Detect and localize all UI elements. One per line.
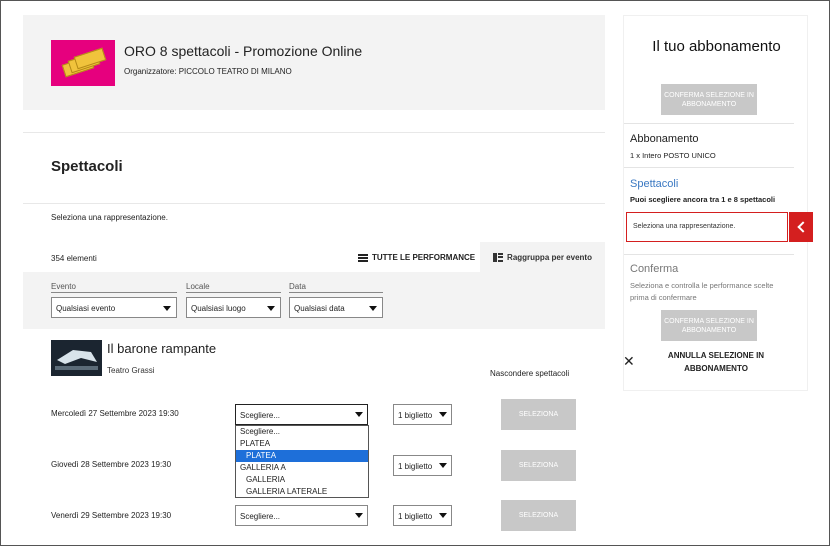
filter-bar: Evento Qualsiasi evento Locale Qualsiasi… [23, 272, 605, 329]
quantity-select[interactable]: 1 biglietto [393, 505, 452, 526]
subscription-panel: Il tuo abbonamento CONFERMA SELEZIONE IN… [623, 15, 808, 391]
filter-event-label: Evento [51, 282, 177, 293]
filter-date-label: Data [289, 282, 383, 293]
select-button[interactable]: SELEZIONA [501, 399, 576, 430]
chevron-down-icon [355, 513, 363, 518]
divider [23, 132, 605, 133]
performance-date: Mercoledì 27 Settembre 2023 19:30 [51, 409, 179, 418]
seat-select-value: Scegliere... [240, 411, 281, 420]
panel-title: Il tuo abbonamento [652, 38, 781, 55]
chevron-down-icon [267, 306, 275, 311]
subscription-heading: Abbonamento [630, 133, 699, 145]
cancel-selection-button[interactable]: ANNULLA SELEZIONE IN ABBONAMENTO [660, 349, 772, 375]
list-icon [358, 253, 368, 262]
seat-select-value: Scegliere... [240, 512, 281, 521]
quantity-value: 1 biglietto [398, 512, 433, 521]
divider [23, 203, 605, 204]
chevron-down-icon [439, 412, 447, 417]
close-icon[interactable]: ✕ [623, 353, 635, 370]
seat-select[interactable]: Scegliere... [235, 505, 368, 526]
chevron-down-icon [163, 306, 171, 311]
event-header: ORO 8 spettacoli - Promozione Online Org… [23, 15, 605, 110]
shows-step-detail: Puoi scegliere ancora tra 1 e 8 spettaco… [630, 195, 776, 204]
confirm-selection-button-2[interactable]: CONFERMA SELEZIONE IN ABBONAMENTO [661, 310, 757, 341]
filter-venue-label: Locale [186, 282, 281, 293]
promo-title: ORO 8 spettacoli - Promozione Online [124, 43, 363, 59]
dropdown-option[interactable]: GALLERIA [236, 474, 368, 486]
quantity-value: 1 biglietto [398, 462, 433, 471]
dropdown-option[interactable]: Scegliere... [236, 426, 368, 438]
divider [624, 254, 794, 255]
selection-hint: Seleziona una rappresentazione. [51, 213, 168, 222]
list-toolbar: 354 elementi TUTTE LE PERFORMANCE Raggru… [23, 242, 605, 272]
select-button[interactable]: SELEZIONA [501, 500, 576, 531]
event-title: Il barone rampante [107, 341, 217, 356]
select-button[interactable]: SELEZIONA [501, 450, 576, 481]
chevron-down-icon [439, 463, 447, 468]
filter-event-select[interactable]: Qualsiasi evento [51, 297, 177, 318]
dropdown-option[interactable]: GALLERIA A [236, 462, 368, 474]
chevron-down-icon [355, 412, 363, 417]
tab-group-label: Raggruppa per evento [507, 252, 592, 262]
performance-date: Giovedì 28 Settembre 2023 19:30 [51, 460, 172, 469]
chevron-down-icon [439, 513, 447, 518]
confirm-step-detail: Seleziona e controlla le performance sce… [630, 281, 774, 302]
quantity-select[interactable]: 1 biglietto [393, 455, 452, 476]
selected-performance-box: Seleziona una rappresentazione. [626, 212, 788, 242]
quantity-value: 1 biglietto [398, 411, 433, 420]
tab-group-by-event[interactable]: Raggruppa per evento [480, 242, 605, 272]
chevron-left-icon [797, 221, 809, 233]
filter-venue-select[interactable]: Qualsiasi luogo [186, 297, 281, 318]
performance-date: Venerdì 29 Settembre 2023 19:30 [51, 511, 172, 520]
confirm-step-heading: Conferma [630, 263, 679, 275]
filter-event: Evento Qualsiasi evento [51, 282, 177, 318]
section-title: Spettacoli [51, 158, 123, 175]
group-icon [493, 252, 504, 262]
event-venue: Teatro Grassi [107, 366, 155, 375]
dropdown-option-highlighted[interactable]: PLATEA [236, 450, 368, 462]
hide-shows-link[interactable]: Nascondere spettacoli [490, 369, 569, 378]
quantity-select[interactable]: 1 biglietto [393, 404, 452, 425]
seat-select[interactable]: Scegliere... [235, 404, 368, 425]
divider [624, 123, 794, 124]
seat-dropdown-list: Scegliere... PLATEA PLATEA GALLERIA A GA… [235, 425, 369, 498]
filter-venue: Locale Qualsiasi luogo [186, 282, 281, 318]
filter-event-value: Qualsiasi evento [56, 304, 116, 313]
divider [624, 167, 794, 168]
filter-venue-value: Qualsiasi luogo [191, 304, 246, 313]
organizer-label: Organizzatore: PICCOLO TEATRO DI MILANO [124, 67, 292, 76]
confirm-selection-button[interactable]: CONFERMA SELEZIONE IN ABBONAMENTO [661, 84, 757, 115]
filter-date: Data Qualsiasi data [289, 282, 383, 318]
collapse-panel-button[interactable] [789, 212, 813, 242]
filter-date-select[interactable]: Qualsiasi data [289, 297, 383, 318]
promo-logo-image [51, 40, 115, 86]
subscription-detail: 1 x Intero POSTO UNICO [630, 151, 716, 160]
tab-all-performances[interactable]: TUTTE LE PERFORMANCE [358, 253, 475, 262]
filter-date-value: Qualsiasi data [294, 304, 345, 313]
item-count: 354 elementi [51, 254, 97, 263]
shows-step-heading[interactable]: Spettacoli [630, 178, 678, 190]
event-thumbnail [51, 340, 102, 376]
dropdown-option[interactable]: GALLERIA LATERALE [236, 486, 368, 498]
tab-all-label: TUTTE LE PERFORMANCE [372, 253, 476, 262]
chevron-down-icon [369, 306, 377, 311]
dropdown-option[interactable]: PLATEA [236, 438, 368, 450]
